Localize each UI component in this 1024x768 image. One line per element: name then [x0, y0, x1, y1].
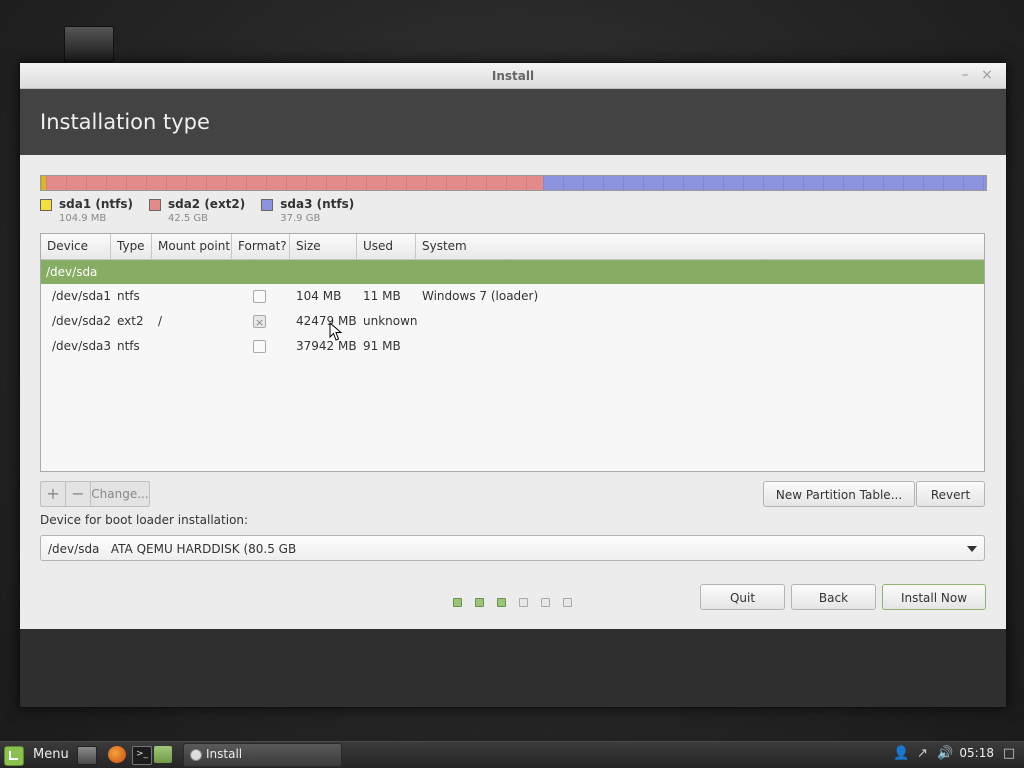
firefox-icon[interactable]: [108, 746, 126, 763]
change-partition-button[interactable]: Change...: [91, 482, 149, 506]
bootloader-description: ATA QEMU HARDDISK (80.5 GB: [110, 542, 297, 556]
progress-steps: [0, 598, 1024, 607]
add-partition-button[interactable]: +: [41, 482, 66, 506]
step-indicator: [452, 598, 462, 607]
titlebar[interactable]: Install – ×: [20, 63, 1006, 89]
content-area: sda1 (ntfs) 104.9 MB sda2 (ext2) 42.5 GB…: [20, 155, 1006, 629]
partition-toolbar: + − Change...: [40, 481, 150, 507]
installer-icon: [190, 749, 202, 761]
table-row[interactable]: /dev/sda1 ntfs 104 MB 11 MB Windows 7 (l…: [41, 284, 984, 309]
chevron-down-icon: [967, 546, 977, 552]
cell-size: 42479 MB: [296, 314, 357, 328]
revert-button[interactable]: Revert: [916, 481, 985, 507]
table-row[interactable]: /dev/sda3 ntfs 37942 MB 91 MB: [41, 334, 984, 359]
new-partition-table-button[interactable]: New Partition Table...: [763, 481, 915, 507]
cell-mount: [152, 284, 232, 309]
bootloader-device: /dev/sda: [48, 542, 100, 556]
step-indicator: [562, 598, 572, 607]
step-indicator: [518, 598, 528, 607]
system-tray: 👤 ↗ 🔊 05:18 □: [893, 746, 1016, 761]
disk-row[interactable]: /dev/sda: [41, 260, 984, 284]
legend-size: 37.9 GB: [280, 213, 321, 224]
install-window: Install – × Installation type sda1 (ntfs…: [19, 62, 1007, 708]
cell-used: unknown: [363, 314, 418, 328]
cell-system: [416, 334, 984, 359]
table-header: Device Type Mount point Format? Size Use…: [41, 234, 984, 260]
cell-type: ext2: [117, 314, 144, 328]
taskbar-item-label: Install: [206, 747, 243, 761]
remove-partition-button[interactable]: −: [66, 482, 91, 506]
desktop-computer-icon[interactable]: [64, 26, 114, 67]
legend-item-sda2: sda2 (ext2) 42.5 GB: [148, 197, 246, 224]
step-indicator: [496, 598, 506, 607]
clock[interactable]: 05:18: [959, 746, 994, 761]
partition-segment-sda2: [45, 176, 543, 190]
format-checkbox[interactable]: [253, 290, 266, 303]
column-header-mount-point[interactable]: Mount point: [152, 234, 232, 259]
legend-size: 104.9 MB: [59, 213, 107, 224]
column-header-type[interactable]: Type: [111, 234, 152, 259]
cell-size: 37942 MB: [296, 339, 357, 353]
format-checkbox[interactable]: [253, 310, 266, 335]
legend-item-sda3: sda3 (ntfs) 37.9 GB: [261, 197, 354, 224]
legend-size: 42.5 GB: [167, 213, 209, 224]
partition-segment-sda3: [542, 176, 986, 190]
taskbar-item-install[interactable]: Install: [183, 743, 342, 767]
cell-used: 11 MB: [363, 289, 401, 303]
cell-system: Windows 7 (loader): [422, 289, 539, 303]
bootloader-label: Device for boot loader installation:: [40, 513, 249, 527]
bootloader-select[interactable]: /dev/sda ATA QEMU HARDDISK (80.5 GB: [40, 535, 985, 561]
cell-device: /dev/sda1: [52, 289, 112, 303]
format-checkbox[interactable]: [253, 340, 266, 353]
close-icon[interactable]: ×: [980, 67, 994, 83]
legend-swatch: [40, 199, 52, 211]
volume-icon[interactable]: 🔊: [937, 746, 953, 761]
cell-format: [232, 334, 290, 359]
minimize-icon[interactable]: –: [958, 67, 972, 83]
cell-size: 104 MB: [296, 289, 342, 303]
partition-bar: [40, 175, 987, 191]
cell-format: [232, 284, 290, 309]
step-indicator: [540, 598, 550, 607]
cell-device: /dev/sda3: [52, 339, 112, 353]
legend-label: sda3 (ntfs): [280, 197, 355, 211]
cell-used: 91 MB: [363, 339, 401, 353]
show-desktop-icon[interactable]: [77, 746, 97, 765]
terminal-icon[interactable]: >_: [132, 746, 152, 765]
cell-format: [232, 309, 290, 335]
step-indicator: [474, 598, 484, 607]
taskbar: Menu >_ Install 👤 ↗ 🔊 05:18 □: [0, 741, 1024, 768]
legend-label: sda2 (ext2): [167, 197, 246, 211]
legend-swatch: [148, 199, 161, 211]
partition-legend: sda1 (ntfs) 104.9 MB sda2 (ext2) 42.5 GB…: [40, 197, 354, 224]
cell-system: [416, 309, 984, 334]
legend-label: sda1 (ntfs): [59, 197, 133, 211]
legend-swatch: [261, 199, 274, 211]
column-header-device[interactable]: Device: [41, 234, 111, 259]
table-row[interactable]: /dev/sda2 ext2 / 42479 MB unknown: [41, 309, 984, 335]
column-header-system[interactable]: System: [416, 234, 984, 259]
start-menu-button[interactable]: Menu: [4, 746, 69, 766]
files-icon[interactable]: [154, 746, 172, 763]
display-icon[interactable]: □: [1002, 746, 1016, 761]
user-icon[interactable]: 👤: [893, 746, 909, 761]
page-header: Installation type: [20, 89, 1006, 156]
partition-table: Device Type Mount point Format? Size Use…: [40, 233, 985, 472]
cell-device: /dev/sda2: [52, 314, 112, 328]
cell-type: ntfs: [117, 339, 140, 353]
page-title: Installation type: [40, 110, 210, 134]
column-header-size[interactable]: Size: [290, 234, 357, 259]
window-title: Install: [491, 69, 535, 83]
menu-label: Menu: [33, 747, 69, 762]
column-header-format[interactable]: Format?: [232, 234, 290, 259]
network-icon[interactable]: ↗: [915, 746, 929, 761]
legend-item-sda1: sda1 (ntfs) 104.9 MB: [40, 197, 133, 224]
cell-mount: /: [158, 314, 163, 328]
cell-type: ntfs: [117, 289, 140, 303]
cell-mount: [152, 334, 232, 359]
mint-menu-icon: [4, 746, 24, 766]
column-header-used[interactable]: Used: [357, 234, 416, 259]
mouse-cursor-icon: [329, 322, 343, 341]
